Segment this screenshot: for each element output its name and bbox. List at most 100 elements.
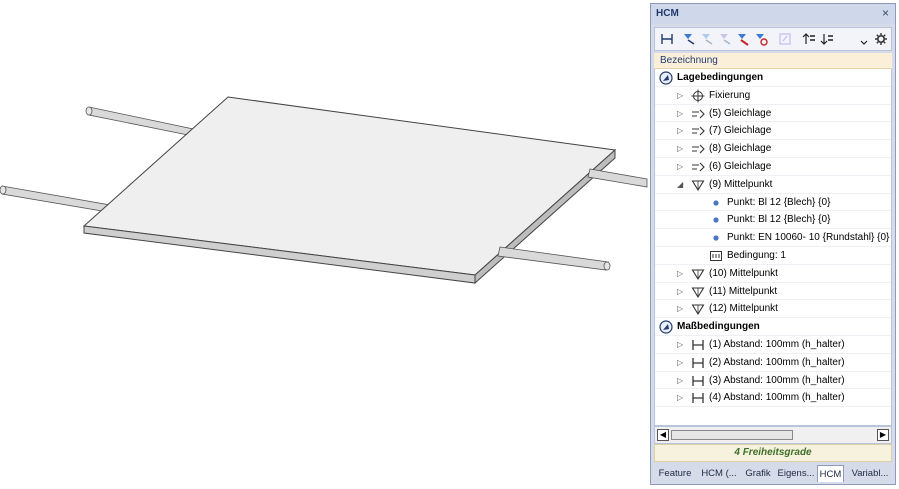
overflow-icon[interactable] (859, 31, 869, 47)
tree-row[interactable]: Punkt: Bl 12 {Blech} {0} (655, 194, 891, 212)
tree-row[interactable]: ▷ (12) Mittelpunkt (655, 300, 891, 319)
condition-icon (709, 249, 723, 263)
tree-row[interactable]: Punkt: EN 10060- 10 {Rundstahl} {0} (655, 229, 891, 247)
collapsed-arrow-icon[interactable]: ▷ (677, 161, 686, 172)
status-text: 4 Freiheitsgrade (734, 447, 812, 458)
tree-row[interactable]: Lagebedingungen (655, 69, 891, 87)
tree-row-label: Punkt: Bl 12 {Blech} {0} (727, 214, 831, 226)
hcm-toolbar (654, 27, 892, 51)
tree-row[interactable]: ▷ (11) Mittelpunkt (655, 283, 891, 301)
collapsed-arrow-icon[interactable]: ▷ (677, 108, 686, 119)
collapsed-arrow-icon[interactable]: ▷ (677, 339, 686, 350)
collapsed-arrow-icon[interactable]: ▷ (677, 268, 686, 279)
collapsed-arrow-icon[interactable]: ▷ (677, 286, 686, 297)
tree-row-label: (9) Mittelpunkt (709, 178, 773, 190)
tree-row[interactable]: ▷ (3) Abstand: 100mm (h_halter) (655, 372, 891, 390)
edit-constraint-icon[interactable] (777, 31, 793, 47)
tree-row-label: (2) Abstand: 100mm (h_halter) (709, 356, 845, 368)
panel-titlebar: HCM × (651, 4, 895, 24)
tree-row[interactable]: ▷ Fixierung (655, 87, 891, 105)
midpoint-icon (691, 267, 705, 281)
tree-row-label: (6) Gleichlage (709, 161, 772, 172)
tree-row[interactable]: ▷ (6) Gleichlage (655, 158, 891, 176)
tree-row-label: (10) Mittelpunkt (709, 267, 778, 279)
move-up-icon[interactable] (801, 31, 817, 47)
rod-back-right (587, 168, 648, 188)
hcm-panel: HCM × Bezeichnung Lagebedingungen ▷ Fixi… (650, 3, 896, 485)
coincidence-icon (691, 142, 705, 156)
tree-row[interactable]: ▷ (8) Gleichlage (655, 140, 891, 158)
dimension-icon[interactable] (659, 31, 675, 47)
horizontal-scrollbar[interactable]: ◀ ▶ (654, 426, 892, 444)
collapsed-arrow-icon[interactable]: ▷ (677, 303, 686, 314)
collapsed-arrow-icon[interactable]: ▷ (677, 357, 686, 368)
tree-row[interactable]: ◢ (9) Mittelpunkt (655, 176, 891, 194)
rod-back-left (85, 106, 199, 138)
move-down-icon[interactable] (819, 31, 835, 47)
tree-row-label: (8) Gleichlage (709, 143, 772, 155)
expanded-arrow-icon[interactable]: ◢ (677, 179, 686, 190)
tree-row[interactable]: Bedingung: 1 (655, 247, 891, 265)
tab-hcm[interactable]: HCM (817, 465, 844, 482)
hcm-filter-3-icon[interactable] (717, 31, 733, 47)
panel-title: HCM (656, 8, 679, 19)
tree-row[interactable]: ▷ (7) Gleichlage (655, 122, 891, 141)
tree-row-label: (1) Abstand: 100mm (h_halter) (709, 339, 845, 350)
collapsed-arrow-icon[interactable]: ▷ (677, 125, 686, 136)
tree-row-label: Maßbedingungen (677, 321, 760, 333)
tab-variabl[interactable]: Variabl... (847, 465, 893, 482)
tab-feature[interactable]: Feature (655, 465, 695, 482)
tree-row-label: (7) Gleichlage (709, 125, 772, 137)
point-icon (709, 196, 723, 210)
tree-row[interactable]: ▷ (2) Abstand: 100mm (h_halter) (655, 354, 891, 372)
tree-row-label: Fixierung (709, 89, 751, 101)
midpoint-icon (691, 302, 705, 316)
tree-row[interactable]: Maßbedingungen (655, 318, 891, 336)
collapsed-arrow-icon[interactable]: ▷ (677, 143, 686, 154)
collapsed-arrow-icon[interactable]: ▷ (677, 392, 686, 403)
tree-row-label: (11) Mittelpunkt (709, 285, 778, 297)
distance-icon (691, 356, 705, 370)
group-constraint-icon (659, 320, 673, 334)
coincidence-icon (691, 160, 705, 174)
tree-row[interactable]: ▷ (5) Gleichlage (655, 105, 891, 123)
tree-row[interactable]: ▷ (4) Abstand: 100mm (h_halter) (655, 389, 891, 408)
crosshair-icon (691, 89, 705, 103)
tree-row-label: (4) Abstand: 100mm (h_halter) (709, 392, 845, 404)
rod-front-left (0, 185, 111, 213)
tree-row[interactable]: ▷ (10) Mittelpunkt (655, 265, 891, 283)
coincidence-icon (691, 107, 705, 121)
group-constraint-icon (659, 71, 673, 85)
midpoint-icon (691, 178, 705, 192)
hcm-filter-delete-icon[interactable] (753, 31, 769, 47)
scroll-left-icon[interactable]: ◀ (657, 429, 669, 441)
gear-icon[interactable] (873, 31, 889, 47)
close-icon[interactable]: × (882, 6, 889, 20)
constraint-tree[interactable]: Lagebedingungen ▷ Fixierung ▷ (5) Gleichlage… (654, 69, 892, 426)
tree-row[interactable]: Punkt: Bl 12 {Blech} {0} (655, 211, 891, 230)
tree-row-label: (3) Abstand: 100mm (h_halter) (709, 374, 845, 386)
tree-row-label: Lagebedingungen (677, 72, 764, 83)
point-icon (709, 231, 723, 245)
coincidence-icon (691, 124, 705, 138)
tab-hcm[interactable]: HCM (... (699, 465, 739, 482)
degrees-of-freedom-status: 4 Freiheitsgrade (654, 444, 892, 462)
hcm-filter-red-icon[interactable] (735, 31, 751, 47)
hcm-filter-icon[interactable] (681, 31, 697, 47)
tree-row-label: Punkt: Bl 12 {Blech} {0} (727, 196, 831, 208)
column-header-label: Bezeichnung (660, 55, 718, 66)
tab-eigens[interactable]: Eigens... (777, 465, 815, 482)
tree-row-label: Bedingung: 1 (727, 250, 786, 261)
hcm-filter-2-icon[interactable] (699, 31, 715, 47)
collapsed-arrow-icon[interactable]: ▷ (677, 90, 686, 101)
collapsed-arrow-icon[interactable]: ▷ (677, 375, 686, 386)
tree-row[interactable]: ▷ (1) Abstand: 100mm (h_halter) (655, 336, 891, 354)
model-viewport[interactable] (0, 0, 648, 486)
scroll-right-icon[interactable]: ▶ (877, 429, 889, 441)
distance-icon (691, 391, 705, 405)
rod-front-right (497, 246, 611, 271)
tree-column-header[interactable]: Bezeichnung (654, 53, 892, 69)
tab-grafik[interactable]: Grafik (742, 465, 774, 482)
panel-tabs: Feature HCM (... Grafik Eigens... HCM Variabl… (651, 463, 895, 484)
scrollbar-thumb[interactable] (671, 430, 793, 440)
